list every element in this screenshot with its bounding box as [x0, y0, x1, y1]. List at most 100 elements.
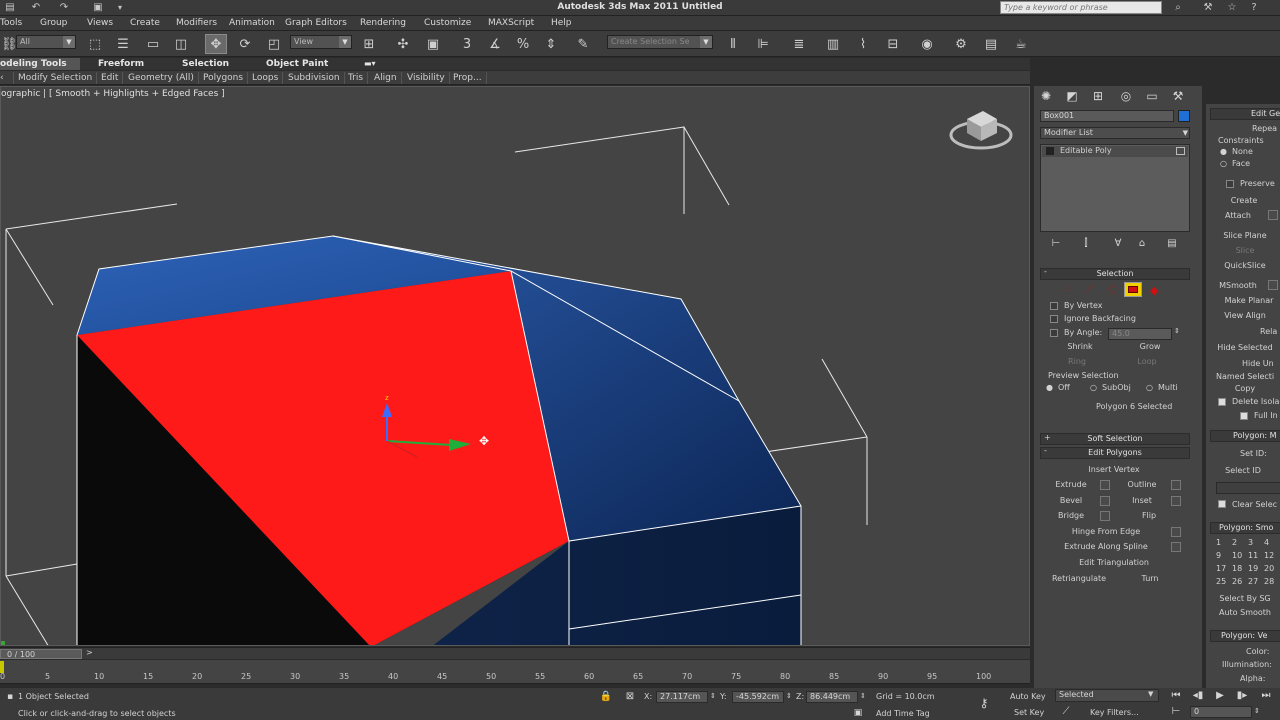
- object-color-swatch[interactable]: [1178, 110, 1190, 122]
- keyboard-shortcut-icon[interactable]: ▣: [422, 34, 444, 54]
- key-tangent-icon[interactable]: ⟋: [1058, 705, 1074, 719]
- grow-button[interactable]: Grow: [1118, 340, 1182, 353]
- extrude-spline-settings-icon[interactable]: [1171, 542, 1181, 552]
- stack-visibility-icon[interactable]: [1176, 147, 1185, 155]
- slice-plane-button[interactable]: Slice Plane: [1214, 229, 1276, 242]
- ribbon-panel-polygon-modeling[interactable]: ‹: [0, 72, 14, 84]
- tab-selection[interactable]: Selection: [182, 58, 229, 70]
- align-icon[interactable]: ⊫: [752, 34, 774, 54]
- soft-selection-rollout[interactable]: Soft Selection: [1040, 433, 1190, 445]
- smoothing-group-button[interactable]: 12: [1264, 551, 1274, 560]
- stack-item[interactable]: Editable Poly: [1042, 146, 1188, 157]
- clear-selection-checkbox[interactable]: [1218, 500, 1226, 508]
- rollout-collapse-icon[interactable]: -: [1044, 267, 1047, 276]
- project-folder-icon[interactable]: ▣: [92, 2, 104, 13]
- app-menu-icon[interactable]: ▤: [4, 2, 16, 13]
- menu-customize[interactable]: Customize: [424, 18, 471, 28]
- viewport-label[interactable]: ographic | [ Smooth + Highlights + Edged…: [1, 89, 225, 99]
- edit-named-sel-icon[interactable]: ✎: [572, 34, 594, 54]
- rollout-expand-icon[interactable]: +: [1044, 433, 1051, 442]
- rendered-frame-icon[interactable]: ▤: [980, 34, 1002, 54]
- ref-coord-dropdown[interactable]: View ▼: [290, 35, 352, 49]
- full-interactivity-checkbox[interactable]: [1240, 412, 1248, 420]
- viewcube[interactable]: [949, 111, 1013, 150]
- key-filters-button[interactable]: Key Filters...: [1090, 708, 1139, 717]
- window-crossing-icon[interactable]: ◫: [170, 34, 192, 54]
- key-mode-toggle-icon[interactable]: ⊢: [1168, 705, 1184, 719]
- create-tab-icon[interactable]: ✺: [1036, 88, 1056, 104]
- render-teapot-icon[interactable]: ☕: [1010, 34, 1032, 54]
- preview-off-radio[interactable]: ●: [1046, 383, 1053, 392]
- show-end-result-icon[interactable]: ⫿: [1076, 236, 1096, 252]
- track-bar[interactable]: 0 5 10 15 20 25 30 35 40 45 50 55 60 65 70 75 80 85 90 95 10…: [0, 660, 1030, 684]
- link-icon[interactable]: ⛓: [0, 34, 18, 54]
- extrude-button[interactable]: Extrude: [1044, 478, 1098, 491]
- tab-modeling-tools[interactable]: odeling Tools: [0, 58, 80, 70]
- graphite-toggle-icon[interactable]: ▥: [822, 34, 844, 54]
- attach-button[interactable]: Attach: [1210, 209, 1266, 222]
- tab-object-paint[interactable]: Object Paint: [266, 58, 328, 70]
- scale-icon[interactable]: ◰: [263, 34, 285, 54]
- flip-button[interactable]: Flip: [1114, 509, 1184, 522]
- select-by-sg-button[interactable]: Select By SG: [1212, 592, 1278, 605]
- absolute-mode-icon[interactable]: ⊠: [622, 690, 638, 704]
- slice-button[interactable]: Slice: [1214, 244, 1276, 257]
- ribbon-panel-properties[interactable]: Prop...: [453, 72, 487, 84]
- time-slider-thumb[interactable]: 0 / 100: [0, 649, 82, 659]
- help-icon[interactable]: ?: [1248, 2, 1260, 13]
- vertex-mode-icon[interactable]: ∴: [1064, 284, 1070, 295]
- bevel-settings-icon[interactable]: [1100, 496, 1110, 506]
- display-tab-icon[interactable]: ▭: [1142, 88, 1162, 104]
- mirror-icon[interactable]: ⫴: [722, 34, 744, 54]
- ribbon-panel-polygons[interactable]: Polygons: [203, 72, 249, 84]
- repeat-last-button[interactable]: Repea: [1252, 124, 1277, 133]
- ribbon-panel-visibility[interactable]: Visibility: [407, 72, 450, 84]
- communication-center-icon[interactable]: ⚒: [1202, 2, 1214, 13]
- smoothing-group-button[interactable]: 4: [1264, 538, 1269, 547]
- menu-graph-editors[interactable]: Graph Editors: [285, 18, 347, 28]
- menu-tools[interactable]: Tools: [0, 18, 22, 28]
- motion-tab-icon[interactable]: ◎: [1116, 88, 1136, 104]
- material-editor-icon[interactable]: ◉: [916, 34, 938, 54]
- select-manipulate-icon[interactable]: ✣: [392, 34, 414, 54]
- angle-threshold-spinner[interactable]: 45.0: [1108, 328, 1172, 340]
- polygon-mode-icon[interactable]: [1124, 282, 1142, 297]
- edit-polygons-rollout-title[interactable]: Edit Polygons: [1040, 447, 1190, 459]
- render-setup-icon[interactable]: ⚙: [950, 34, 972, 54]
- next-frame-icon[interactable]: ▮▸: [1234, 689, 1250, 703]
- utilities-tab-icon[interactable]: ⚒: [1168, 88, 1188, 104]
- x-coordinate-field[interactable]: 27.117cm: [656, 691, 708, 703]
- hide-selected-button[interactable]: Hide Selected: [1210, 341, 1280, 354]
- bridge-settings-icon[interactable]: [1100, 511, 1110, 521]
- selection-filter-dropdown[interactable]: All ▼: [16, 35, 76, 49]
- set-key-button[interactable]: Set Key: [1014, 708, 1044, 717]
- turn-button[interactable]: Turn: [1118, 572, 1182, 585]
- bevel-button[interactable]: Bevel: [1044, 494, 1098, 507]
- vertex-colors-rollout[interactable]: Polygon: Ve: [1210, 630, 1280, 642]
- shrink-button[interactable]: Shrink: [1048, 340, 1112, 353]
- menu-rendering[interactable]: Rendering: [360, 18, 406, 28]
- auto-key-button[interactable]: Auto Key: [1010, 692, 1046, 701]
- modify-tab-icon[interactable]: ◩: [1062, 88, 1082, 104]
- expand-icon[interactable]: [1046, 147, 1054, 155]
- search-input[interactable]: Type a keyword or phrase: [1000, 1, 1162, 14]
- add-time-tag-button[interactable]: Add Time Tag: [876, 709, 930, 718]
- frame-spinner-icon[interactable]: ⇕: [1254, 707, 1260, 715]
- edit-geometry-rollout-title[interactable]: Edit Ge: [1210, 108, 1280, 120]
- angle-snap-icon[interactable]: ∡: [484, 34, 506, 54]
- pivot-center-icon[interactable]: ⊞: [358, 34, 380, 54]
- ring-button[interactable]: Ring: [1048, 355, 1106, 368]
- smoothing-group-button[interactable]: 10: [1232, 551, 1242, 560]
- object-name-field[interactable]: Box001: [1040, 110, 1174, 122]
- spinner-snap-icon[interactable]: ⇕: [540, 34, 562, 54]
- view-align-button[interactable]: View Align: [1214, 309, 1276, 322]
- go-to-end-icon[interactable]: ⏭: [1258, 689, 1274, 703]
- search-icon[interactable]: ⌕: [1172, 2, 1184, 13]
- redo-icon[interactable]: ↷: [58, 2, 70, 13]
- snaps-toggle-icon[interactable]: 3: [456, 34, 478, 54]
- ribbon-panel-loops[interactable]: Loops: [252, 72, 284, 84]
- viewport-canvas[interactable]: z ✥: [1, 87, 1030, 646]
- layer-manager-icon[interactable]: ≣: [788, 34, 810, 54]
- inset-button[interactable]: Inset: [1114, 494, 1170, 507]
- edit-triangulation-button[interactable]: Edit Triangulation: [1044, 556, 1184, 569]
